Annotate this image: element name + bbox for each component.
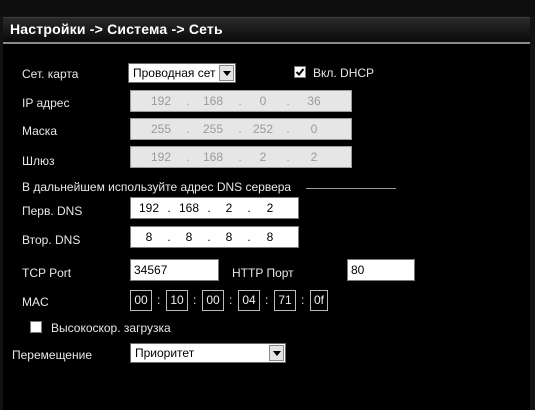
gateway-octet-2: 168 [202, 150, 224, 164]
mask-label: Маска [22, 124, 57, 138]
transfer-select[interactable]: Приоритет [130, 343, 286, 363]
gateway-octet-4: 2 [310, 150, 318, 164]
ip-dot: . [186, 94, 190, 108]
network-panel: Сет. карта Проводная сет Вкл. DHCP IP ад… [3, 44, 530, 410]
net-card-label: Сет. карта [22, 67, 79, 81]
hs-download-label: Высокоскор. загрузка [51, 321, 171, 335]
tcp-port-value: 34567 [134, 263, 168, 277]
chevron-down-icon[interactable] [269, 345, 284, 361]
ip-dot: . [238, 94, 242, 108]
window-title: Настройки -> Система -> Сеть [10, 21, 223, 37]
tcp-port-input[interactable]: 34567 [130, 259, 219, 281]
mac-part-4[interactable]: 04 [238, 290, 260, 311]
mask-octet-3: 252 [252, 122, 274, 136]
ip-octet-1: 192 [150, 94, 172, 108]
mac-label: MAC [22, 295, 49, 309]
dns1-label: Перв. DNS [22, 204, 83, 218]
mac-colon: : [229, 293, 233, 307]
dns1-octet-1: 192 [138, 201, 160, 215]
dns1-field[interactable]: 192 . 168 . 2 . 2 [130, 197, 299, 219]
ip-label: IP адрес [22, 96, 70, 110]
gateway-dot: . [238, 150, 242, 164]
ip-octet-2: 168 [202, 94, 224, 108]
gateway-dot: . [286, 150, 290, 164]
mac-part-1[interactable]: 00 [130, 290, 152, 311]
mac-part-5[interactable]: 71 [274, 290, 296, 311]
chevron-down-icon[interactable] [219, 65, 234, 81]
gateway-dot: . [186, 150, 190, 164]
mask-octet-2: 255 [202, 122, 224, 136]
dns-note: В дальнейшем используйте адрес DNS серве… [22, 180, 292, 194]
transfer-label: Перемещение [12, 348, 92, 362]
mask-dot: . [238, 122, 242, 136]
checkmark-icon [295, 68, 305, 76]
dns2-octet-2: 8 [185, 230, 193, 244]
ip-octet-4: 36 [307, 94, 321, 108]
net-card-select[interactable]: Проводная сет [128, 63, 236, 83]
gateway-octet-3: 2 [259, 150, 267, 164]
settings-window: Настройки -> Система -> Сеть Сет. карта … [0, 0, 535, 410]
mac-part-2[interactable]: 10 [166, 290, 188, 311]
mask-dot: . [186, 122, 190, 136]
hs-download-checkbox[interactable] [30, 321, 42, 333]
mac-colon: : [193, 293, 197, 307]
tcp-port-label: TCP Port [22, 266, 72, 280]
mask-field[interactable]: 255 . 255 . 252 . 0 [130, 118, 352, 140]
http-port-input[interactable]: 80 [347, 259, 415, 281]
ip-octet-3: 0 [259, 94, 267, 108]
dhcp-label: Вкл. DHCP [313, 66, 375, 80]
mac-colon: : [157, 293, 161, 307]
dns2-field[interactable]: 8 . 8 . 8 . 8 [130, 226, 299, 248]
mask-octet-4: 0 [310, 122, 318, 136]
dns1-octet-2: 168 [178, 201, 200, 215]
ip-dot: . [286, 94, 290, 108]
gateway-field[interactable]: 192 . 168 . 2 . 2 [130, 146, 352, 168]
gateway-octet-1: 192 [150, 150, 172, 164]
mac-colon: : [301, 293, 305, 307]
dns1-octet-3: 2 [225, 201, 233, 215]
dns1-octet-4: 2 [266, 201, 274, 215]
dns2-octet-3: 8 [225, 230, 233, 244]
title-bar: Настройки -> Система -> Сеть [3, 17, 530, 44]
dhcp-checkbox[interactable] [294, 66, 306, 78]
mac-part-6[interactable]: 0f [310, 290, 328, 311]
ip-address-field[interactable]: 192 . 168 . 0 . 36 [130, 90, 352, 112]
dns2-octet-4: 8 [266, 230, 274, 244]
dns-separator [306, 188, 396, 189]
mac-colon: : [265, 293, 269, 307]
gateway-label: Шлюз [22, 154, 55, 168]
transfer-value: Приоритет [135, 346, 195, 360]
net-card-value: Проводная сет [133, 66, 216, 80]
mask-dot: . [286, 122, 290, 136]
window-edge [530, 17, 535, 410]
http-port-value: 80 [351, 263, 365, 277]
mask-octet-1: 255 [150, 122, 172, 136]
dns2-label: Втор. DNS [22, 233, 81, 247]
top-strip [0, 0, 535, 16]
http-port-label: HTTP Порт [232, 266, 294, 280]
dns2-octet-1: 8 [145, 230, 153, 244]
mac-part-3[interactable]: 00 [202, 290, 224, 311]
